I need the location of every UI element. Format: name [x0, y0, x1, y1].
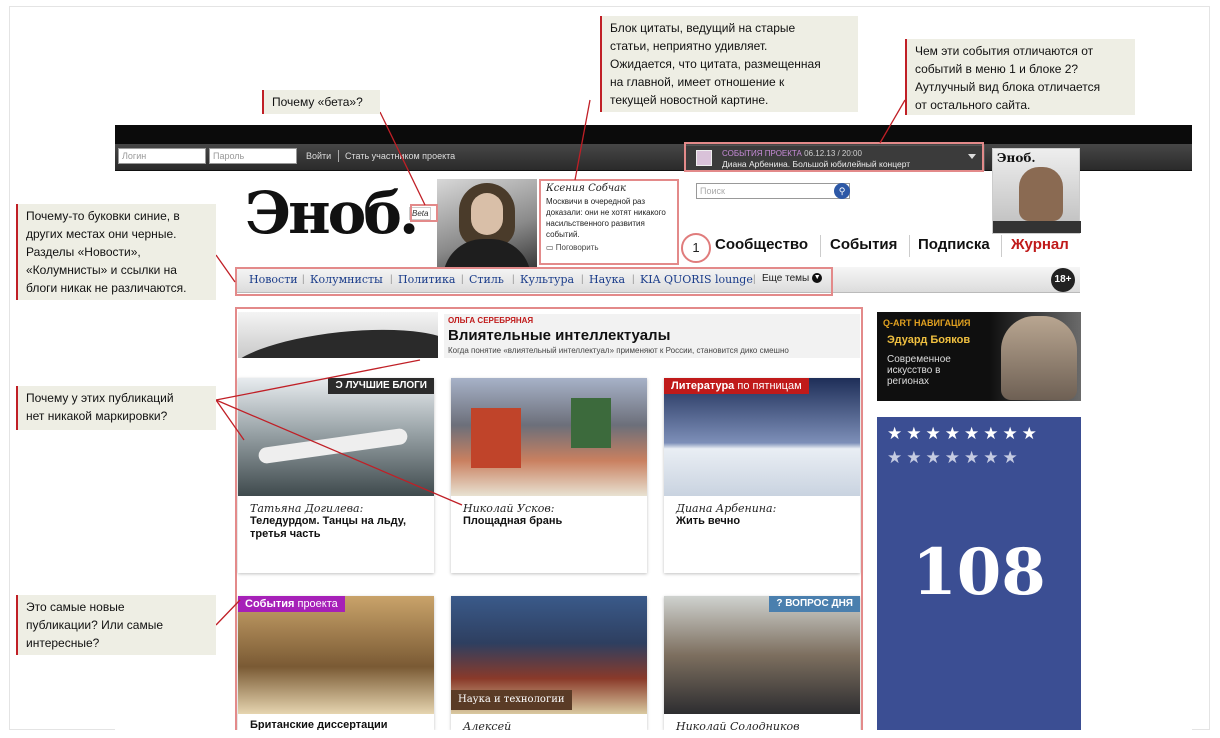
- callout-line: блоги никак не различаются.: [26, 281, 187, 295]
- qart-subtitle: Современное искусство в регионах: [887, 354, 951, 387]
- callout-line: интересные?: [26, 636, 100, 650]
- callout-line: Почему у этих публикаций: [26, 391, 174, 405]
- magazine-logo: Эноб.: [997, 151, 1036, 165]
- login-button[interactable]: Войти: [306, 151, 331, 161]
- quote-highlight-box: [539, 179, 679, 265]
- callout-line: Разделы «Новости»,: [26, 245, 141, 259]
- stars-row-bottom: ★★★★★★★: [887, 448, 1022, 467]
- callout-line: событий в меню 1 и блоке 2?: [915, 62, 1079, 76]
- callout-line: нет никакой маркировки?: [26, 409, 168, 423]
- qart-heading: Q-ART НАВИГАЦИЯ: [883, 318, 971, 328]
- portrait-body: [443, 239, 531, 267]
- callout-line: «Колумнисты» и ссылки на: [26, 263, 177, 277]
- search-input[interactable]: Поиск ⚲: [696, 183, 850, 199]
- qart-ad-banner[interactable]: Q-ART НАВИГАЦИЯ Эдуард Бояков Современно…: [877, 312, 1081, 401]
- callout-beta: Почему «бета»?: [262, 90, 380, 114]
- callout-line: Ожидается, что цитата, размещенная: [610, 57, 821, 71]
- magazine-face: [1019, 167, 1063, 221]
- top-black-bar: [115, 125, 1192, 144]
- callout-letters: Почему-то буковки синие, в других местах…: [16, 204, 216, 300]
- search-placeholder: Поиск: [700, 186, 725, 196]
- callout-line: других местах они черные.: [26, 227, 177, 241]
- nav-magazine[interactable]: Журнал: [1011, 236, 1069, 254]
- nav-community[interactable]: Сообщество: [715, 236, 808, 254]
- login-separator: [338, 150, 339, 162]
- beta-highlight-box: [410, 204, 438, 222]
- callout-no-marking: Почему у этих публикаций нет никакой мар…: [16, 386, 216, 430]
- callout-line: статьи, неприятно удивляет.: [610, 39, 768, 53]
- callout-line: на главной, имеет отношение к: [610, 75, 785, 89]
- nav-subscription[interactable]: Подписка: [918, 236, 990, 254]
- callout-line: публикации? Или самые: [26, 618, 164, 632]
- callout-line: Аутлучный вид блока отличается: [915, 80, 1101, 94]
- callout-events: Чем эти события отличаются от событий в …: [905, 39, 1135, 115]
- ad-108-banner[interactable]: ★★★★★★★★ ★★★★★★★ 108: [877, 417, 1081, 730]
- portrait-face: [471, 193, 503, 235]
- rubrics-highlight-box: [235, 267, 833, 296]
- columnist-portrait[interactable]: [437, 179, 537, 267]
- magazine-bar: [993, 221, 1081, 233]
- callout-line: от остального сайта.: [915, 98, 1031, 112]
- search-icon[interactable]: ⚲: [834, 183, 850, 199]
- callout-line: Это самые новые: [26, 600, 125, 614]
- age-rating-badge: 18+: [1051, 268, 1075, 292]
- ad-number: 108: [912, 535, 1046, 610]
- menu-number-circle: 1: [681, 233, 711, 263]
- callout-line: Чем эти события отличаются от: [915, 44, 1094, 58]
- qart-portrait: [1001, 316, 1077, 400]
- callout-newest: Это самые новые публикации? Или самые ин…: [16, 595, 216, 655]
- nav-separator: [820, 235, 821, 257]
- callout-line: Почему-то буковки синие, в: [26, 209, 180, 223]
- callout-line: текущей новостной картине.: [610, 93, 769, 107]
- nav-separator: [1001, 235, 1002, 257]
- password-field[interactable]: Пароль: [209, 148, 297, 164]
- callout-quote-block: Блок цитаты, ведущий на старые статьи, н…: [600, 16, 858, 112]
- login-field[interactable]: Логин: [118, 148, 206, 164]
- articles-highlight-box: [235, 307, 863, 730]
- site-logo[interactable]: Эноб.: [245, 181, 419, 245]
- events-highlight-box: [684, 142, 984, 172]
- stars-row-top: ★★★★★★★★: [887, 424, 1041, 443]
- nav-separator: [909, 235, 910, 257]
- qart-name: Эдуард Бояков: [887, 334, 971, 346]
- magazine-cover[interactable]: Эноб.: [992, 148, 1081, 234]
- callout-line: Блок цитаты, ведущий на старые: [610, 21, 796, 35]
- register-link[interactable]: Стать участником проекта: [345, 151, 455, 161]
- nav-events[interactable]: События: [830, 236, 897, 254]
